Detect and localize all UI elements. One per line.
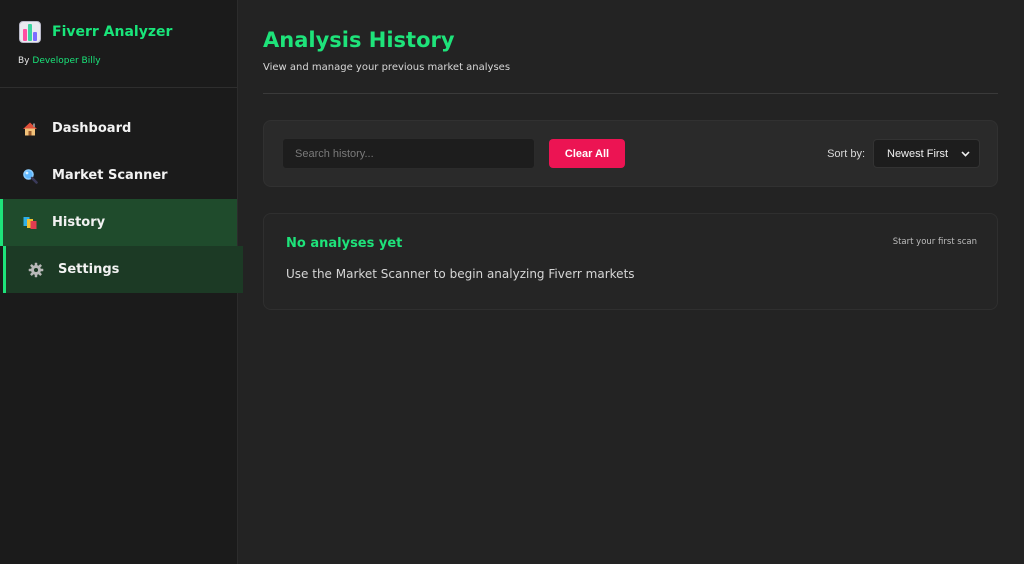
search-history-input[interactable] — [282, 138, 535, 169]
app-title: Fiverr Analyzer — [52, 24, 173, 40]
page-title: Analysis History — [263, 28, 455, 52]
bar-chart-logo-icon — [18, 20, 42, 44]
sidebar-item-label: Market Scanner — [52, 168, 168, 183]
magnifier-icon — [22, 168, 38, 184]
sort-selected-value: Newest First — [887, 147, 949, 160]
brand-row: Fiverr Analyzer — [18, 20, 219, 44]
sidebar-item-market-scanner[interactable]: Market Scanner — [0, 152, 237, 199]
main-content: Analysis History View and manage your pr… — [238, 0, 1024, 564]
app-root: Fiverr Analyzer By Developer Billy Dashb… — [0, 0, 1024, 564]
history-toolbar: Clear All Sort by: Newest First — [263, 120, 998, 187]
empty-state-title: No analyses yet — [286, 236, 403, 251]
brand-header: Fiverr Analyzer By Developer Billy — [0, 0, 237, 88]
developer-name: Developer Billy — [32, 56, 101, 66]
page-subtitle: View and manage your previous market ana… — [263, 62, 511, 73]
sort-select[interactable]: Newest First — [873, 139, 980, 168]
sidebar-item-settings[interactable]: Settings — [3, 246, 243, 293]
sidebar-item-label: Dashboard — [52, 121, 132, 136]
sidebar-item-history[interactable]: History — [0, 199, 237, 246]
sidebar-item-dashboard[interactable]: Dashboard — [0, 105, 237, 152]
sidebar-nav: Dashboard Market Scanner History Setting… — [0, 105, 243, 293]
books-icon — [22, 215, 38, 231]
house-icon — [22, 121, 38, 137]
gear-icon — [28, 262, 44, 278]
sort-label: Sort by: — [827, 147, 865, 160]
empty-state-card: No analyses yet Start your first scan Us… — [263, 213, 998, 310]
chevron-down-icon — [961, 148, 970, 160]
developer-credit: By Developer Billy — [18, 56, 219, 66]
empty-state-hint: Start your first scan — [892, 237, 977, 247]
sidebar-item-label: History — [52, 215, 106, 230]
header-divider — [263, 93, 998, 94]
by-prefix: By — [18, 56, 30, 66]
empty-state-description: Use the Market Scanner to begin analyzin… — [286, 267, 635, 281]
sidebar: Fiverr Analyzer By Developer Billy Dashb… — [0, 0, 243, 564]
clear-all-button[interactable]: Clear All — [549, 139, 625, 168]
sidebar-item-label: Settings — [58, 262, 120, 277]
